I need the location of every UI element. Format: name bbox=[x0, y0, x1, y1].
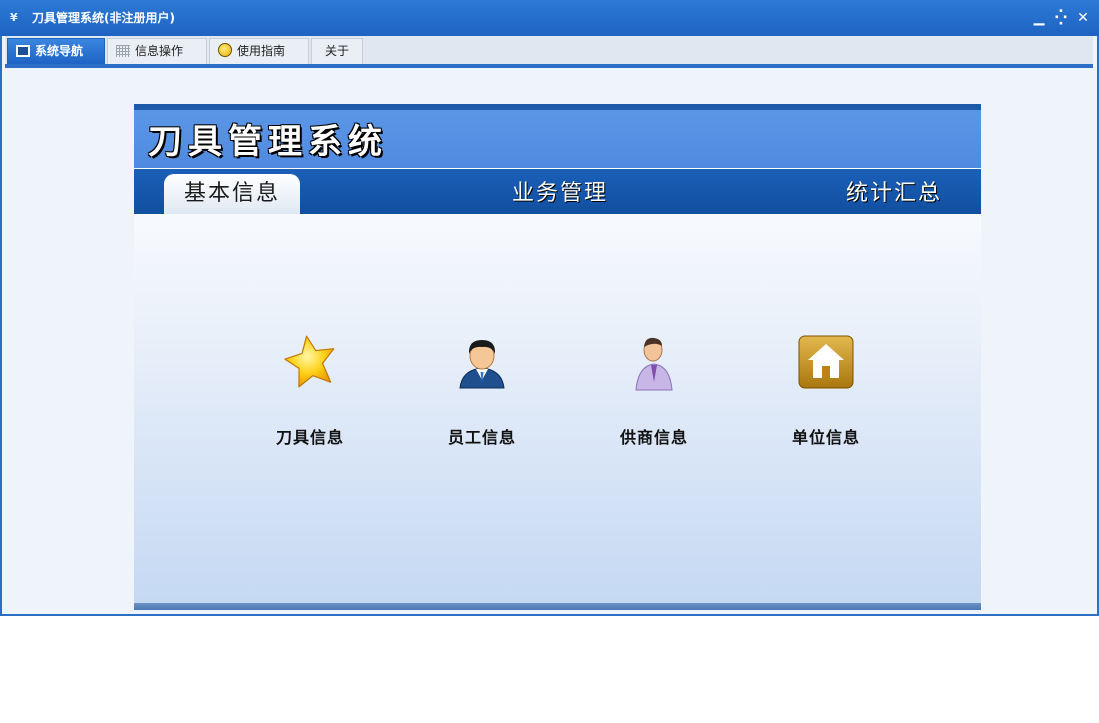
window-controls: ▁ ⁛ ✕ bbox=[1031, 8, 1091, 28]
tab-label: 系统导航 bbox=[35, 44, 84, 58]
nav-item-statistics-summary[interactable]: 统计汇总 bbox=[846, 174, 942, 214]
tab-info-operation[interactable]: 信息操作 bbox=[107, 38, 207, 64]
card-label: 刀具信息 bbox=[275, 428, 344, 447]
star-icon bbox=[282, 332, 338, 392]
nav-item-basic-info[interactable]: 基本信息 bbox=[164, 174, 300, 214]
supplier-icon bbox=[626, 332, 682, 392]
window-title: 刀具管理系统(非注册用户) bbox=[32, 11, 175, 25]
card-tool-info[interactable]: 刀具信息 bbox=[250, 332, 370, 452]
card-supplier-info[interactable]: 供商信息 bbox=[594, 332, 714, 452]
restore-button[interactable]: ⁛ bbox=[1053, 8, 1069, 28]
card-label: 员工信息 bbox=[447, 428, 516, 447]
panel-header: 刀具管理系统 bbox=[134, 110, 981, 169]
tab-label: 信息操作 bbox=[135, 44, 184, 58]
tab-label: 使用指南 bbox=[237, 44, 286, 58]
tab-system-navigation[interactable]: 系统导航 bbox=[7, 38, 105, 64]
guide-icon bbox=[218, 43, 232, 57]
tab-user-guide[interactable]: 使用指南 bbox=[209, 38, 309, 64]
tab-label: 关于 bbox=[324, 44, 349, 58]
module-nav-bar: 基本信息 业务管理 统计汇总 bbox=[134, 169, 981, 214]
employee-icon bbox=[454, 332, 510, 392]
tab-about[interactable]: 关于 bbox=[311, 38, 363, 64]
house-icon bbox=[798, 332, 854, 392]
card-unit-info[interactable]: 单位信息 bbox=[766, 332, 886, 452]
nav-icon bbox=[16, 45, 30, 57]
tab-bar: 系统导航 信息操作 使用指南 关于 bbox=[5, 36, 1093, 68]
card-label: 供商信息 bbox=[619, 428, 688, 447]
card-label: 单位信息 bbox=[791, 428, 860, 447]
grid-icon bbox=[116, 45, 130, 57]
app-window: ¥ 刀具管理系统(非注册用户) ▁ ⁛ ✕ 系统导航 信息操作 使用指南 关于 … bbox=[0, 0, 1099, 616]
system-title: 刀具管理系统 bbox=[148, 122, 388, 162]
title-bar[interactable]: ¥ 刀具管理系统(非注册用户) ▁ ⁛ ✕ bbox=[0, 0, 1099, 36]
navigation-panel: 刀具管理系统 基本信息 业务管理 统计汇总 刀具信息 员工信息 供商信息 单位信… bbox=[134, 104, 981, 610]
panel-bottom-strip bbox=[134, 603, 981, 610]
app-icon: ¥ bbox=[10, 11, 18, 24]
close-button[interactable]: ✕ bbox=[1075, 8, 1091, 28]
nav-item-business-management[interactable]: 业务管理 bbox=[512, 174, 608, 214]
card-employee-info[interactable]: 员工信息 bbox=[422, 332, 542, 452]
minimize-button[interactable]: ▁ bbox=[1031, 8, 1047, 28]
